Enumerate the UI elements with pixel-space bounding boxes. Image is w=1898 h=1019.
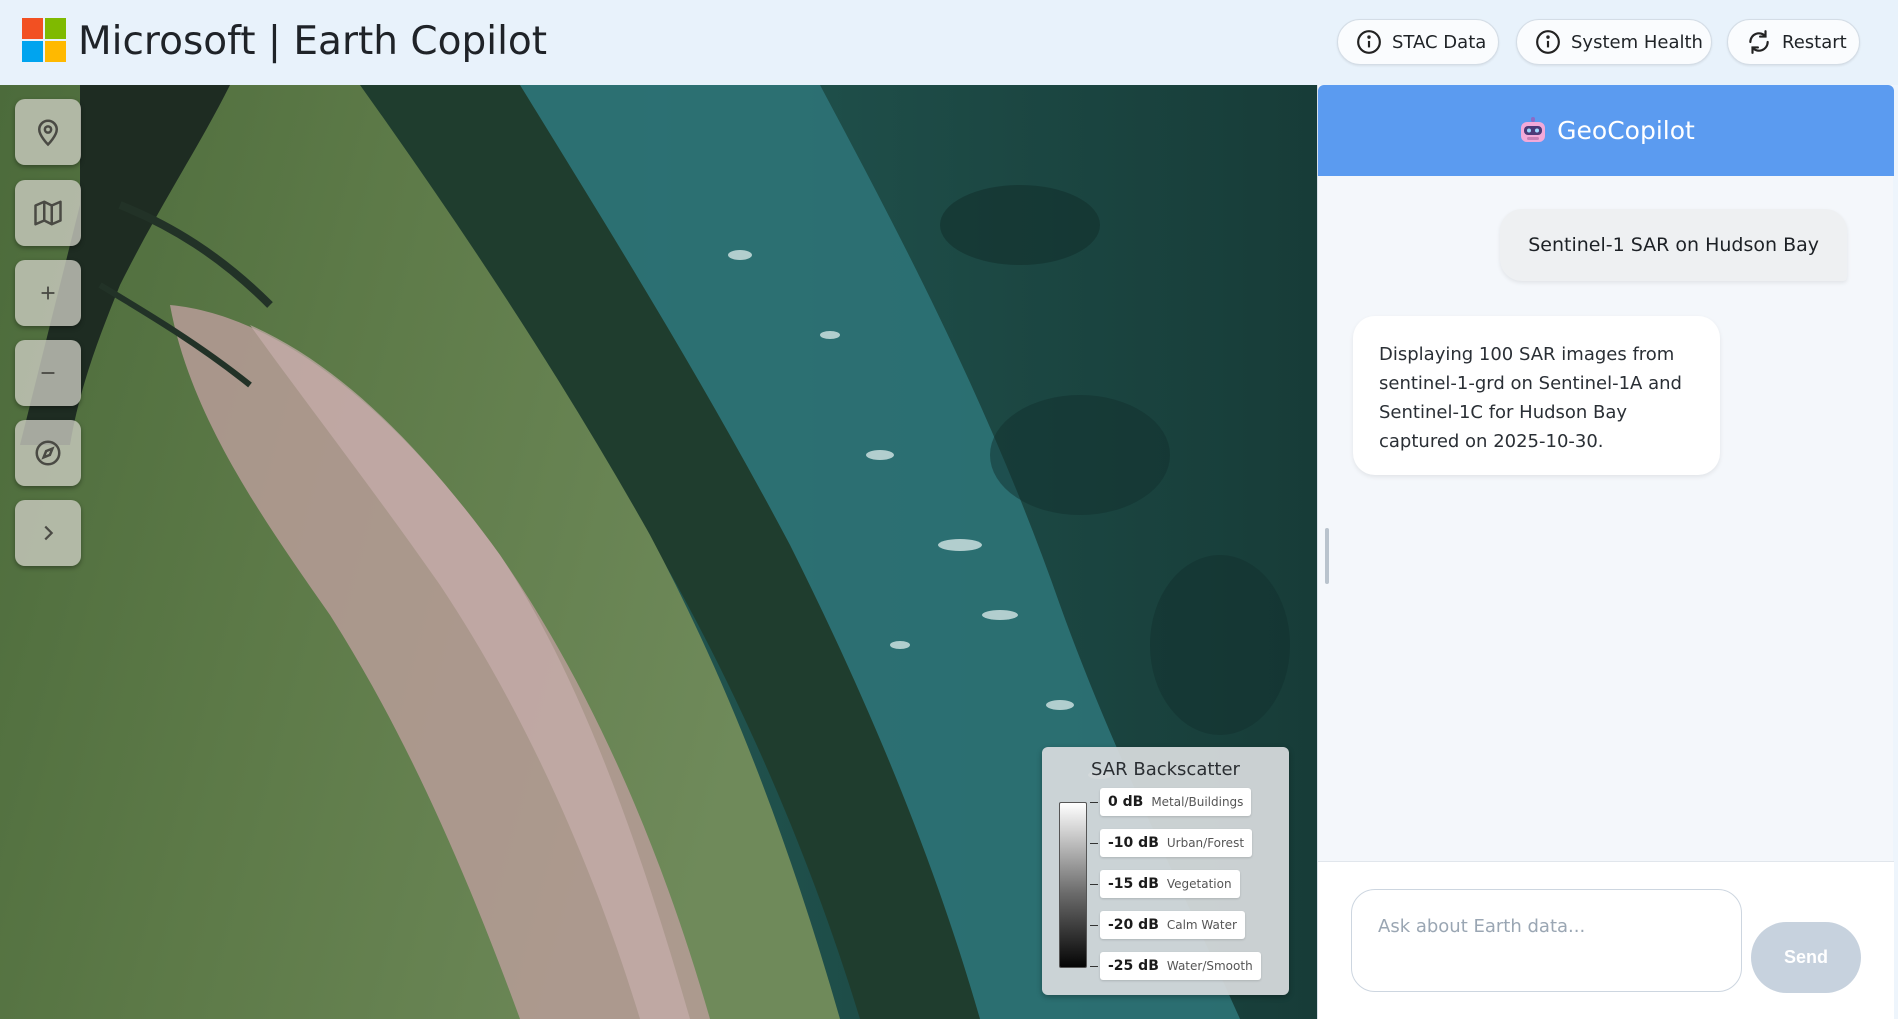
chat-panel: GeoCopilot Sentinel-1 SAR on Hudson Bay … [1317, 85, 1894, 1019]
chevron-right-icon [44, 525, 54, 541]
legend-db-value: 0 dB [1108, 794, 1144, 810]
system-health-label: System Health [1571, 31, 1703, 53]
legend-entry: -25 dB Water/Smooth [1090, 952, 1261, 980]
legend-title: SAR Backscatter [1091, 759, 1240, 780]
plus-icon [41, 286, 55, 300]
chat-title: GeoCopilot [1557, 116, 1695, 145]
logo-yellow-square [45, 41, 66, 62]
info-circle-icon [1357, 30, 1381, 54]
legend-entry: 0 dB Metal/Buildings [1090, 788, 1252, 816]
restart-label: Restart [1782, 31, 1847, 53]
compass-icon [35, 440, 61, 466]
zoom-in-button[interactable] [15, 260, 81, 326]
legend-chip: -10 dB Urban/Forest [1100, 829, 1253, 857]
location-tool-button[interactable] [15, 99, 81, 165]
legend-gradient-bar [1059, 802, 1087, 968]
legend-db-value: -25 dB [1108, 958, 1159, 974]
legend-entry: -15 dB Vegetation [1090, 870, 1240, 898]
chat-input[interactable] [1351, 889, 1742, 992]
system-health-button[interactable]: System Health [1516, 19, 1712, 65]
refresh-icon [1749, 30, 1769, 54]
assistant-message: Displaying 100 SAR images from sentinel-… [1353, 316, 1720, 475]
map-icon [34, 200, 62, 226]
app-header: Microsoft | Earth Copilot STAC Data Syst… [0, 0, 1898, 85]
legend-description: Vegetation [1166, 877, 1232, 891]
minus-icon [41, 372, 55, 374]
legend-tick [1090, 842, 1098, 844]
info-circle-icon [1536, 30, 1560, 54]
expand-panel-button[interactable] [15, 500, 81, 566]
microsoft-logo-icon [22, 18, 66, 62]
chat-composer: Send [1318, 861, 1894, 1019]
legend-tick [1090, 883, 1098, 885]
legend-entry: -20 dB Calm Water [1090, 911, 1245, 939]
legend-description: Water/Smooth [1166, 959, 1253, 973]
legend-db-value: -15 dB [1108, 876, 1159, 892]
legend-chip: 0 dB Metal/Buildings [1100, 788, 1252, 816]
legend-tick [1090, 801, 1098, 803]
logo-red-square [22, 18, 43, 39]
stac-data-button[interactable]: STAC Data [1337, 19, 1499, 65]
map-pin-icon [37, 119, 59, 147]
legend-description: Calm Water [1166, 918, 1237, 932]
legend-chip: -15 dB Vegetation [1100, 870, 1240, 898]
legend-db-value: -20 dB [1108, 917, 1159, 933]
app-title: Microsoft | Earth Copilot [78, 19, 548, 64]
chat-header: GeoCopilot [1318, 85, 1894, 176]
logo-blue-square [22, 41, 43, 62]
legend-db-value: -10 dB [1108, 835, 1159, 851]
map-view[interactable]: SAR Backscatter 0 dB Metal/Buildings -10… [0, 85, 1317, 1019]
legend-description: Metal/Buildings [1151, 795, 1244, 809]
legend-entry: -10 dB Urban/Forest [1090, 829, 1253, 857]
legend-tick [1090, 965, 1098, 967]
legend-description: Urban/Forest [1166, 836, 1245, 850]
send-button[interactable]: Send [1751, 922, 1861, 993]
legend-chip: -20 dB Calm Water [1100, 911, 1245, 939]
compass-button[interactable] [15, 420, 81, 486]
restart-button[interactable]: Restart [1727, 19, 1860, 65]
panel-resize-handle[interactable] [1325, 528, 1329, 584]
user-message: Sentinel-1 SAR on Hudson Bay [1500, 209, 1847, 281]
legend-tick [1090, 924, 1098, 926]
logo-green-square [45, 18, 66, 39]
robot-icon [1521, 116, 1546, 142]
legend-chip: -25 dB Water/Smooth [1100, 952, 1261, 980]
stac-data-label: STAC Data [1392, 31, 1487, 53]
zoom-out-button[interactable] [15, 340, 81, 406]
basemap-tool-button[interactable] [15, 180, 81, 246]
app-root: Microsoft | Earth Copilot STAC Data Syst… [0, 0, 1898, 1019]
sar-legend: SAR Backscatter 0 dB Metal/Buildings -10… [1042, 747, 1289, 995]
